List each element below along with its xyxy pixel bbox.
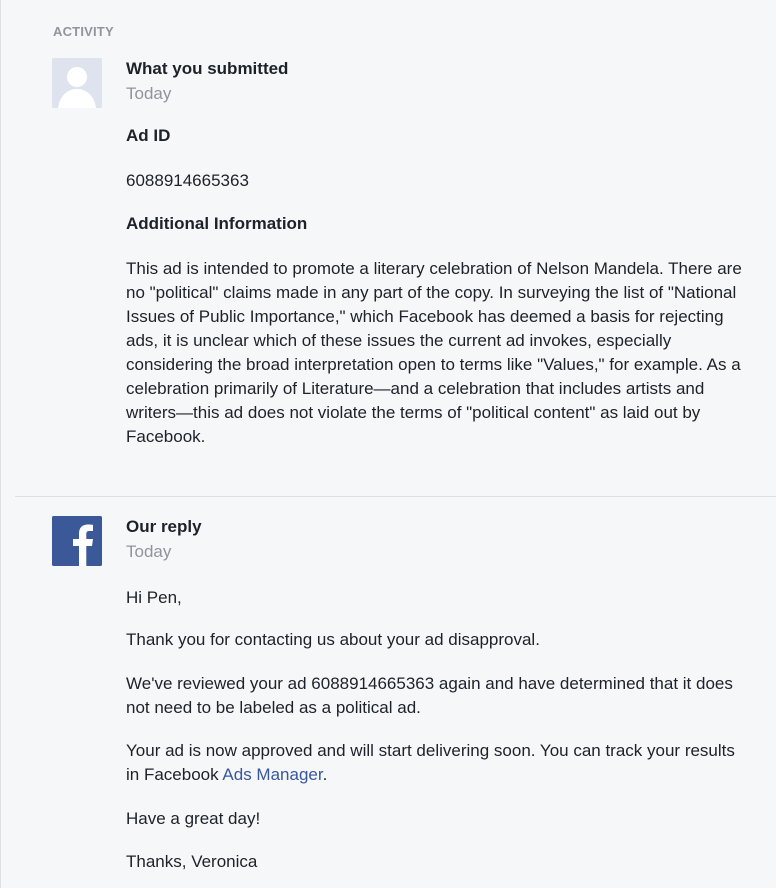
activity-heading: ACTIVITY [53,24,114,39]
ads-manager-link[interactable]: Ads Manager [222,765,322,784]
submission-time: Today [126,84,172,103]
additional-info-label: Additional Information [126,214,308,233]
reply-paragraph-3-prefix: Your ad is now approved and will start d… [126,741,735,784]
activity-panel: ACTIVITY What you submitted Today Ad ID … [0,0,776,888]
facebook-logo-icon [52,516,102,566]
entry-divider [15,496,776,497]
ad-id-label: Ad ID [126,126,171,145]
reply-greeting: Hi Pen, [126,588,182,607]
reply-paragraph-3: Your ad is now approved and will start d… [126,739,746,787]
reply-paragraph-3-suffix: . [322,765,328,784]
reply-paragraph-1: Thank you for contacting us about your a… [126,630,540,649]
reply-author: Our reply [126,517,202,536]
reply-paragraph-2: We've reviewed your ad 6088914665363 aga… [126,674,733,717]
user-silhouette-icon [52,58,102,108]
submission-author: What you submitted [126,59,289,78]
reply-closing-2: Thanks, Veronica [126,852,258,871]
ad-id-value: 6088914665363 [126,171,249,190]
reply-closing-1: Have a great day! [126,809,261,828]
reply-time: Today [126,542,172,561]
additional-info-text: This ad is intended to promote a literar… [126,259,742,446]
